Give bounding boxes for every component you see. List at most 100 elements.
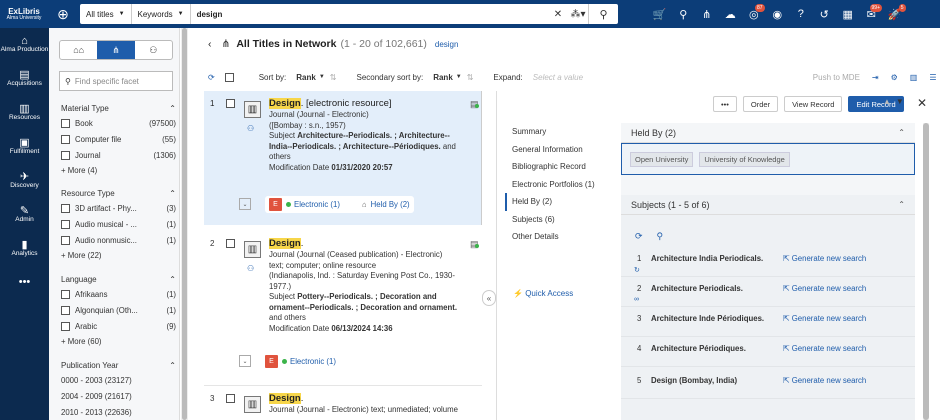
secondary-sort-select[interactable]: Rank (433, 73, 453, 82)
nav-more[interactable]: ••• (0, 266, 49, 300)
year-range-item[interactable]: 2010 - 2013 (22636) (61, 404, 176, 420)
tab-network[interactable]: ⋔ (97, 41, 135, 59)
facet-checkbox[interactable] (61, 289, 70, 299)
facet-item[interactable]: Book (97500) (61, 115, 176, 131)
generate-search-link[interactable]: ⇱ Generate new search (783, 284, 866, 293)
nav-alma-production[interactable]: ⌂ Alma Production (0, 28, 49, 62)
expand-icon[interactable]: ⌄ (239, 198, 251, 210)
previous-record-icon[interactable]: ▲ (883, 97, 891, 106)
refresh-icon[interactable]: ⟳ (635, 231, 643, 241)
detail-nav-general[interactable]: General Information (505, 141, 615, 159)
nav-acquisitions[interactable]: ▤ Acquisitions (0, 62, 49, 96)
advanced-search-icon[interactable]: ⊕ (48, 0, 78, 28)
quick-access-link[interactable]: ⚡ Quick Access (513, 289, 573, 298)
held-by-link[interactable]: Held By (2) (371, 200, 410, 209)
nav-fulfillment[interactable]: ▣ Fulfillment (0, 130, 49, 164)
generate-search-link[interactable]: ⇱ Generate new search (783, 376, 866, 385)
push-to-mde-button[interactable]: Push to MDE (813, 73, 860, 82)
facet-group-header[interactable]: Publication Year ⌃ (61, 358, 176, 372)
select-all-checkbox[interactable] (224, 72, 234, 82)
scrollbar-thumb[interactable] (182, 28, 187, 420)
alerts-icon[interactable]: 🚀 5 (883, 3, 907, 21)
detail-nav-other[interactable]: Other Details (505, 228, 615, 246)
section-header[interactable]: Held By (2) ⌃ (621, 123, 915, 143)
generate-search-link[interactable]: ⇱ Generate new search (783, 254, 866, 263)
order-button[interactable]: Order (742, 96, 779, 112)
facet-more-link[interactable]: + More (4) (61, 163, 176, 177)
record-checkbox[interactable] (226, 99, 235, 108)
generate-search-link[interactable]: ⇱ Generate new search (783, 314, 866, 323)
search-options-icon[interactable]: ⁂▾ (568, 9, 588, 20)
facet-more-link[interactable]: + More (22) (61, 248, 176, 262)
facet-item[interactable]: Arabic (9) (61, 318, 176, 334)
view-record-button[interactable]: View Record (784, 96, 843, 112)
facet-item[interactable]: Afrikaans (1) (61, 286, 176, 302)
widgets-icon[interactable]: ▦ (836, 8, 860, 21)
facet-checkbox[interactable] (61, 219, 70, 229)
record-title[interactable]: Design. (269, 392, 459, 405)
sort-select[interactable]: Rank (296, 73, 316, 82)
sort-order-icon[interactable]: ⇅ (467, 73, 474, 82)
help-icon[interactable]: ? (789, 8, 813, 20)
cart-icon[interactable]: 🛒 (648, 8, 672, 21)
detail-nav-summary[interactable]: Summary (505, 123, 615, 141)
clear-icon[interactable]: ✕ (548, 9, 568, 20)
facet-item[interactable]: Computer file (55) (61, 131, 176, 147)
facet-item[interactable]: Algonquian (Oth... (1) (61, 302, 176, 318)
electronic-link[interactable]: Electronic (1) (294, 200, 340, 209)
facet-more-link[interactable]: + More (60) (61, 334, 176, 348)
expand-select[interactable]: Select a value (533, 73, 613, 82)
hierarchy-icon[interactable]: ⋔ (695, 8, 719, 21)
detail-nav-portfolios[interactable]: Electronic Portfolios (1) (505, 176, 615, 194)
facets-scrollbar[interactable] (181, 28, 188, 420)
nav-analytics[interactable]: ▮ Analytics (0, 232, 49, 266)
facet-checkbox[interactable] (61, 150, 70, 160)
search-field-select[interactable]: Keywords ▼ (132, 4, 191, 24)
more-actions-button[interactable]: ••• (713, 96, 737, 112)
collapse-panel-icon[interactable]: « (482, 290, 496, 306)
section-header[interactable]: Subjects (1 - 5 of 6) ⌃ (621, 195, 915, 215)
detail-scrollbar[interactable] (923, 123, 929, 420)
facet-checkbox[interactable] (61, 134, 70, 144)
next-record-icon[interactable]: ▼ (896, 97, 904, 106)
export-icon[interactable]: ⇥ (872, 73, 879, 82)
tasks-icon[interactable]: ◎ 87 (742, 3, 766, 21)
result-record[interactable]: 1 ▥ ⚇ Design. [electronic resource] Jour… (204, 91, 482, 225)
detail-nav-subjects[interactable]: Subjects (6) (505, 211, 615, 229)
back-icon[interactable]: ‹ (208, 38, 212, 50)
facet-checkbox[interactable] (61, 118, 70, 128)
close-icon[interactable]: ✕ (917, 96, 927, 110)
settings-icon[interactable]: ⚙ (891, 73, 898, 82)
facet-checkbox[interactable] (61, 305, 70, 315)
year-range-item[interactable]: 0000 - 2003 (23127) (61, 372, 176, 388)
tab-community[interactable]: ⚇ (135, 41, 172, 59)
institution-chip[interactable]: Open University (630, 151, 694, 167)
nav-admin[interactable]: ✎ Admin (0, 198, 49, 232)
logo[interactable]: ExLibris Alma University (0, 0, 48, 28)
nav-discovery[interactable]: ✈ Discovery (0, 164, 49, 198)
record-checkbox[interactable] (226, 239, 235, 248)
search-scope-select[interactable]: All titles ▼ (80, 4, 132, 24)
facet-item[interactable]: 3D artifact - Phy... (3) (61, 200, 176, 216)
location-icon[interactable]: ⚲ (672, 8, 696, 21)
facet-search-input[interactable]: ⚲ Find specific facet (59, 71, 173, 91)
facet-group-header[interactable]: Language ⌃ (61, 272, 176, 286)
view-list-icon[interactable]: ☰ (929, 73, 936, 82)
search-icon[interactable]: ⚲ (657, 231, 664, 241)
facet-checkbox[interactable] (61, 203, 70, 213)
record-checkbox[interactable] (226, 394, 235, 403)
history-icon[interactable]: ↺ (813, 8, 837, 21)
scrollbar-thumb[interactable] (923, 123, 929, 420)
notifications-icon[interactable]: ✉ 99+ (860, 3, 884, 21)
institution-chip[interactable]: University of Knowledge (699, 151, 790, 167)
detail-nav-bibliographic[interactable]: Bibliographic Record (505, 158, 615, 176)
year-range-item[interactable]: 2004 - 2009 (21617) (61, 388, 176, 404)
search-button[interactable]: ⚲ (588, 4, 618, 24)
record-title[interactable]: Design. (269, 237, 459, 250)
facet-checkbox[interactable] (61, 321, 70, 331)
user-icon[interactable]: ◉ (766, 8, 790, 21)
view-split-icon[interactable]: ▥ (910, 73, 918, 82)
facet-item[interactable]: Audio musical - ... (1) (61, 216, 176, 232)
result-record[interactable]: 3 ▥ Design. Journal (Journal - Electroni… (204, 385, 482, 420)
expand-icon[interactable]: ⌄ (239, 355, 251, 367)
